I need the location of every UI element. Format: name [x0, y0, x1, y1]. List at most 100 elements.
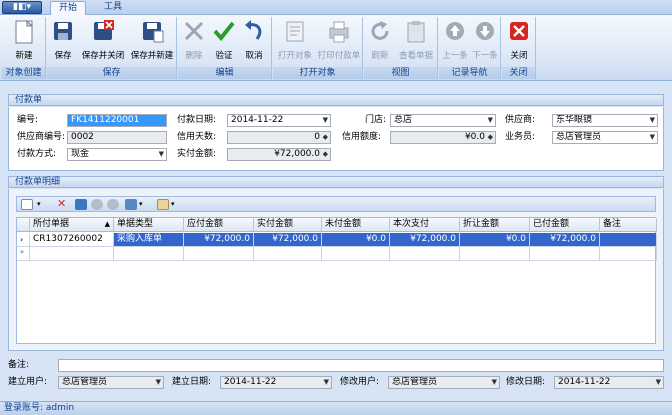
undo-arrow-icon — [245, 20, 262, 40]
move-up-icon[interactable] — [91, 199, 103, 210]
store-select[interactable]: 总店 ▼ — [390, 114, 496, 127]
supplier-code-label: 供应商编号: — [17, 132, 66, 142]
cell-empty[interactable] — [184, 247, 254, 261]
new-row-asterisk-icon: * — [17, 247, 30, 261]
pay-method-label: 付款方式: — [17, 149, 57, 159]
modifier-field[interactable]: 总店管理员 ▼ — [388, 376, 500, 389]
move-down-icon[interactable] — [107, 199, 119, 210]
cancel-button[interactable]: 取消 — [240, 19, 268, 61]
column-header[interactable]: 备注 — [600, 218, 657, 232]
salesman-label: 业务员: — [505, 132, 536, 142]
save-and-close-button[interactable]: 保存并关闭 — [79, 19, 127, 61]
close-button[interactable]: 关闭 — [504, 19, 534, 61]
supplier-label: 供应商: — [505, 115, 536, 125]
cell-empty[interactable] — [30, 247, 114, 261]
view-document-button[interactable]: 查看单据 — [396, 19, 436, 61]
column-header[interactable]: 已付金额 — [530, 218, 600, 232]
cell-empty[interactable] — [600, 247, 657, 261]
ribbon-group-label: 保存 — [47, 67, 176, 79]
cell-paid[interactable]: ¥72,000.0 — [530, 233, 600, 247]
create-date-label: 建立日期: — [172, 377, 212, 387]
cell-discount[interactable]: ¥0.0 — [460, 233, 530, 247]
ribbon-group-edit: 删除 验证 取消 编辑 — [178, 17, 272, 79]
row-pointer-icon: › — [17, 233, 30, 247]
column-header[interactable]: 实付金额 — [254, 218, 322, 232]
previous-record-button[interactable]: 上一条 — [440, 19, 470, 61]
dropdown-arrow-icon[interactable]: ▾ — [139, 199, 147, 210]
next-record-button[interactable]: 下一条 — [470, 19, 500, 61]
pay-date-label: 付款日期: — [177, 115, 217, 125]
save-rows-icon[interactable] — [75, 199, 87, 210]
cell-empty[interactable] — [530, 247, 600, 261]
ribbon: 新建 对象创建 保存 保存并关闭 保存并新建 保存 删除 验证 取消 编辑 打开… — [0, 15, 672, 81]
delete-row-icon[interactable]: ✕ — [57, 198, 69, 210]
dropdown-arrow-icon[interactable]: ▾ — [37, 199, 45, 210]
code-field[interactable]: FK1411220001 — [67, 114, 167, 127]
column-header[interactable]: 本次支付 — [390, 218, 460, 232]
ribbon-group-save: 保存 保存并关闭 保存并新建 保存 — [47, 17, 177, 79]
print-icon[interactable] — [125, 199, 137, 210]
cell-this-payment[interactable]: ¥72,000.0 — [390, 233, 460, 247]
cell-empty[interactable] — [114, 247, 184, 261]
spinner-icon: ◆ — [322, 133, 328, 141]
remark-field[interactable] — [58, 359, 664, 372]
modify-date-field[interactable]: 2014-11-22 ▼ — [554, 376, 664, 389]
sort-ascending-icon: ▲ — [104, 220, 110, 228]
cell-document[interactable]: CR1307260002 — [30, 233, 114, 247]
cell-remark[interactable] — [600, 233, 657, 247]
dropdown-arrow-icon: ▼ — [649, 116, 655, 124]
cell-empty[interactable] — [460, 247, 530, 261]
cell-empty[interactable] — [390, 247, 460, 261]
credit-limit-field[interactable]: ¥0.0 ◆ — [390, 131, 496, 144]
modify-date-label: 修改日期: — [506, 377, 546, 387]
validate-button[interactable]: 验证 — [210, 19, 238, 61]
column-header[interactable]: 所付单据 ▲ — [30, 218, 114, 232]
column-header[interactable]: 折让金额 — [460, 218, 530, 232]
dropdown-arrow-icon[interactable]: ▾ — [171, 199, 179, 210]
clipboard-icon — [407, 21, 425, 43]
save-and-new-button[interactable]: 保存并新建 — [129, 19, 175, 61]
supplier-code-field[interactable]: 0002 — [67, 131, 167, 144]
cell-payable[interactable]: ¥72,000.0 — [184, 233, 254, 247]
new-document-icon — [15, 19, 34, 44]
status-bar: 登录账号: admin — [0, 401, 672, 415]
print-payment-button[interactable]: 打印付款单 — [317, 19, 361, 61]
cell-empty[interactable] — [322, 247, 390, 261]
detail-panel-title: 付款单明细 — [8, 176, 664, 188]
search-icon[interactable] — [157, 199, 169, 210]
add-row-icon[interactable] — [21, 199, 33, 210]
application-menu-button[interactable]: ▮◧▾ — [2, 1, 42, 14]
open-object-button[interactable]: 打开对象 — [275, 19, 315, 61]
ribbon-group-label: 对象创建 — [2, 67, 45, 79]
tab-bar: ▮◧▾ 开始 工具 — [0, 0, 672, 15]
cell-empty[interactable] — [254, 247, 322, 261]
column-header[interactable]: 应付金额 — [184, 218, 254, 232]
salesman-select[interactable]: 总店管理员 ▼ — [552, 131, 658, 144]
actual-amount-field[interactable]: ¥72,000.0 ◆ — [227, 148, 331, 161]
column-header[interactable]: 单据类型 — [114, 218, 184, 232]
delete-button[interactable]: 删除 — [180, 19, 208, 61]
supplier-select[interactable]: 东华眼镜 ▼ — [552, 114, 658, 127]
create-date-field[interactable]: 2014-11-22 ▼ — [220, 376, 332, 389]
ribbon-group-label: 视图 — [364, 67, 437, 79]
tab-start[interactable]: 开始 — [50, 1, 87, 15]
dropdown-arrow-icon: ▼ — [491, 378, 497, 386]
creator-field[interactable]: 总店管理员 ▼ — [58, 376, 164, 389]
ribbon-group-create: 新建 对象创建 — [2, 17, 46, 79]
cell-actual-paid[interactable]: ¥72,000.0 — [254, 233, 322, 247]
refresh-icon — [371, 21, 389, 40]
pay-method-select[interactable]: 现金 ▼ — [67, 148, 167, 161]
credit-days-field[interactable]: 0 ◆ — [227, 131, 331, 144]
save-button[interactable]: 保存 — [49, 19, 77, 61]
cell-doc-type[interactable]: 采购入库单 — [114, 233, 184, 247]
tab-tools[interactable]: 工具 — [96, 1, 130, 15]
ribbon-group-open: 打开对象 打印付款单 打开对象 — [273, 17, 363, 79]
dropdown-arrow-icon: ▼ — [158, 150, 164, 158]
cell-unpaid[interactable]: ¥0.0 — [322, 233, 390, 247]
new-button[interactable]: 新建 — [6, 19, 42, 61]
refresh-button[interactable]: 刷新 — [366, 19, 394, 61]
store-label: 门店: — [365, 115, 387, 125]
detail-grid: 所付单据 ▲ 单据类型 应付金额 实付金额 未付金额 本次支付 折让金额 已付金额… — [16, 217, 657, 344]
pay-date-field[interactable]: 2014-11-22 ▼ — [227, 114, 331, 127]
column-header[interactable]: 未付金额 — [322, 218, 390, 232]
